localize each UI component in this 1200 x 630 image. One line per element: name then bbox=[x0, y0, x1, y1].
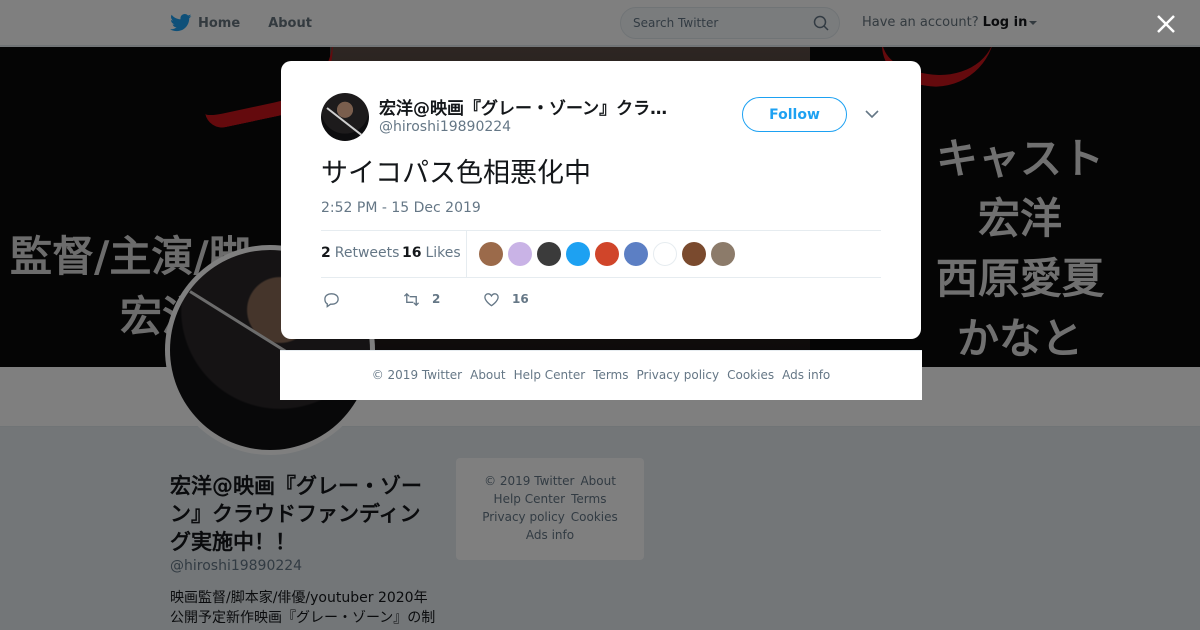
liker-avatar[interactable] bbox=[537, 242, 561, 266]
footer-link-cookies[interactable]: Cookies bbox=[727, 368, 774, 382]
retweets-count: 2 bbox=[321, 245, 331, 261]
footer-link-terms[interactable]: Terms bbox=[593, 368, 628, 382]
liker-avatars bbox=[479, 242, 740, 266]
liker-avatar[interactable] bbox=[682, 242, 706, 266]
liker-avatar[interactable] bbox=[653, 242, 677, 266]
likes-label: Likes bbox=[425, 245, 461, 261]
close-icon[interactable] bbox=[1155, 13, 1177, 35]
retweet-icon[interactable] bbox=[403, 291, 420, 308]
liker-avatar[interactable] bbox=[711, 242, 735, 266]
liker-avatar[interactable] bbox=[595, 242, 619, 266]
liker-avatar[interactable] bbox=[508, 242, 532, 266]
heart-icon[interactable] bbox=[483, 291, 500, 308]
tweet-author-handle[interactable]: @hiroshi19890224 bbox=[379, 119, 511, 135]
retweet-action[interactable]: 2 bbox=[403, 290, 440, 308]
retweets-stat[interactable]: 2 Retweets bbox=[321, 245, 399, 261]
liker-avatar[interactable] bbox=[624, 242, 648, 266]
footer-link-help[interactable]: Help Center bbox=[514, 368, 586, 382]
like-count: 16 bbox=[512, 292, 529, 306]
tweet-actions: 2 16 bbox=[321, 288, 621, 308]
likes-stat[interactable]: 16 Likes bbox=[402, 245, 461, 261]
tweet-author-avatar[interactable] bbox=[321, 93, 369, 141]
likes-count: 16 bbox=[402, 245, 422, 261]
reply-icon[interactable] bbox=[323, 291, 340, 308]
retweet-count: 2 bbox=[432, 292, 441, 306]
like-action[interactable]: 16 bbox=[483, 290, 529, 308]
follow-button[interactable]: Follow bbox=[742, 97, 847, 132]
tweet-author-name[interactable]: 宏洋@映画『グレー・ゾーン』クラ… bbox=[379, 94, 689, 119]
footer-link-privacy[interactable]: Privacy policy bbox=[637, 368, 720, 382]
retweets-label: Retweets bbox=[334, 245, 400, 261]
liker-avatar[interactable] bbox=[566, 242, 590, 266]
tweet-text: サイコパス色相悪化中 bbox=[321, 158, 591, 189]
modal-footer: © 2019 Twitter About Help Center Terms Priva… bbox=[280, 350, 922, 400]
tweet-modal: 宏洋@映画『グレー・ゾーン』クラ… @hiroshi19890224 Follo… bbox=[281, 61, 921, 339]
tweet-timestamp[interactable]: 2:52 PM - 15 Dec 2019 bbox=[321, 200, 481, 216]
footer-link-about[interactable]: About bbox=[470, 368, 505, 382]
reply-action[interactable] bbox=[323, 290, 352, 308]
liker-avatar[interactable] bbox=[479, 242, 503, 266]
stats-divider bbox=[466, 231, 467, 278]
tweet-stats: 2 Retweets 16 Likes bbox=[321, 230, 881, 278]
avatar-sword bbox=[326, 107, 363, 136]
chevron-down-icon[interactable] bbox=[865, 109, 879, 119]
footer-copyright: © 2019 Twitter bbox=[371, 368, 463, 382]
footer-link-ads[interactable]: Ads info bbox=[782, 368, 830, 382]
